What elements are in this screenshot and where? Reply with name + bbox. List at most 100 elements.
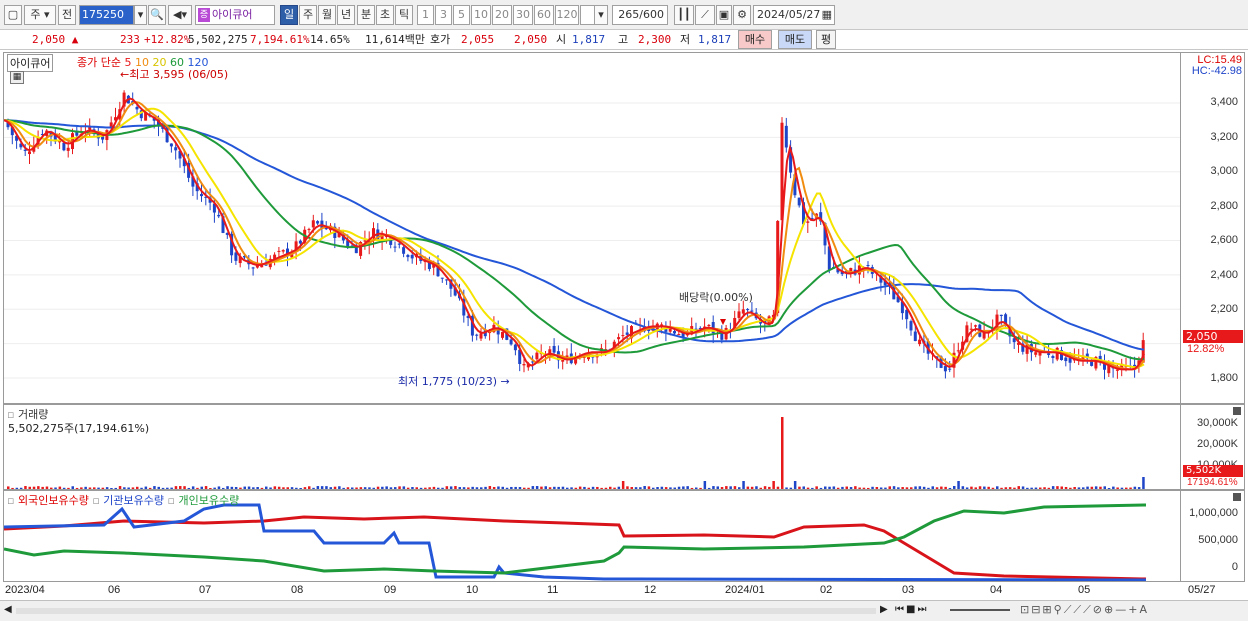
market-select[interactable]: 주 ▾: [24, 5, 56, 25]
volume-bar: [630, 487, 633, 489]
volume-bar: [733, 486, 737, 489]
playback-controls-icon[interactable]: ⏮■⏭: [895, 604, 928, 615]
candle-body: [1064, 357, 1068, 362]
interval-30[interactable]: 30: [513, 5, 533, 25]
panel-close-icon[interactable]: [1233, 493, 1241, 501]
legend-institution: 기관보유수량: [103, 494, 165, 507]
interval-60[interactable]: 60: [534, 5, 554, 25]
volume-chart[interactable]: [4, 405, 1181, 490]
interval-1[interactable]: 1: [417, 5, 434, 25]
interval-10[interactable]: 10: [471, 5, 491, 25]
volume-bar: [652, 487, 655, 489]
holdings-tick: 1,000,000: [1189, 507, 1238, 519]
low-label: 저: [680, 33, 691, 46]
volume-bar: [557, 486, 560, 489]
candle-body: [943, 366, 947, 372]
volume-bar: [402, 486, 406, 489]
volume-chart-panel[interactable]: ▫ 거래량 5,502,275주(17,194.61%): [3, 404, 1181, 490]
sound-icon[interactable]: ◀▾: [168, 5, 192, 25]
price-tick: 3,400: [1210, 96, 1238, 108]
legend-foreign: 외국인보유수량: [17, 494, 89, 507]
sell-button[interactable]: 매도: [778, 30, 812, 49]
period-day[interactable]: 일: [280, 5, 298, 25]
period-tick[interactable]: 틱: [395, 5, 413, 25]
volume-bar: [867, 487, 870, 489]
volume-bar: [179, 486, 182, 489]
period-minute[interactable]: 분: [357, 5, 375, 25]
volume-bar: [93, 487, 96, 489]
volume-bar: [660, 486, 664, 489]
interval-5[interactable]: 5: [453, 5, 470, 25]
candle-body: [866, 265, 870, 267]
period-month[interactable]: 월: [318, 5, 336, 25]
holdings-chart-panel[interactable]: ▫ 외국인보유수량 ▫ 기관보유수량 ▫ 개인보유수량: [3, 490, 1181, 582]
average-button[interactable]: 평: [816, 30, 836, 49]
zoom-slider[interactable]: [950, 609, 1010, 611]
calendar-icon[interactable]: ▦: [822, 6, 832, 24]
grid-table-icon[interactable]: ▦: [10, 71, 24, 84]
price-change-pct: +12.82%: [144, 33, 191, 46]
candle-type-icon[interactable]: ┃┃: [674, 5, 694, 25]
period-week[interactable]: 주: [299, 5, 317, 25]
settings-gear-icon[interactable]: ⚙: [733, 5, 751, 25]
candle-body: [969, 328, 973, 330]
scroll-right-icon[interactable]: ▶: [880, 604, 888, 615]
volume-bar: [656, 487, 659, 489]
volume-bar: [987, 486, 990, 489]
volume-bar: [600, 487, 603, 489]
volume-bar: [183, 486, 186, 489]
volume-bar: [376, 486, 380, 489]
volume-bar: [458, 487, 461, 489]
volume-bar: [45, 486, 49, 489]
interval-dropdown-icon[interactable]: ▾: [594, 5, 608, 25]
volume-bar: [944, 486, 947, 489]
interval-120[interactable]: 120: [555, 5, 579, 25]
volume-bar: [213, 487, 216, 489]
interval-20[interactable]: 20: [492, 5, 512, 25]
search-icon[interactable]: 🔍: [148, 5, 166, 25]
scroll-track[interactable]: [16, 608, 876, 614]
volume-bar: [475, 487, 479, 489]
chart-tools-icons[interactable]: ⊡⊟⊞⚲⟋⟋⟋⊘⊕—+A: [1020, 603, 1149, 617]
volume-bar: [389, 487, 393, 489]
volume-bar: [428, 487, 431, 489]
price-chart[interactable]: [4, 53, 1181, 404]
volume-bar: [1004, 487, 1008, 489]
stock-name-field[interactable]: 증 아이큐어: [195, 5, 275, 25]
volume-bar: [961, 486, 965, 489]
volume-bar: [312, 487, 315, 489]
scroll-left-icon[interactable]: ◀: [4, 604, 12, 615]
x-axis: 2023/04 06 07 08 09 10 11 12 2024/01 02 …: [0, 582, 1248, 600]
panel-close-icon[interactable]: [1233, 407, 1241, 415]
save-icon[interactable]: ▣: [716, 5, 732, 25]
window-icon[interactable]: ▢: [4, 5, 22, 25]
price-chart-panel[interactable]: 아이큐어 종가 단순 5 10 20 60 120 ▦ ←최고 3,595 (0…: [3, 52, 1181, 404]
code-dropdown-icon[interactable]: ▾: [134, 5, 147, 25]
volume-bar: [1051, 486, 1055, 489]
turnover-rate: 14.65%: [310, 33, 350, 46]
volume-bar: [196, 487, 199, 489]
x-label: 04: [990, 584, 1003, 596]
interval-3[interactable]: 3: [435, 5, 452, 25]
stock-code-input[interactable]: 175250: [79, 5, 134, 25]
date-field[interactable]: 2024/05/27 ▦: [753, 5, 835, 25]
candle-body: [784, 125, 788, 148]
period-year[interactable]: 년: [337, 5, 355, 25]
volume-bar: [273, 486, 277, 489]
candle-body: [668, 328, 672, 332]
volume-bar: [806, 487, 810, 489]
count-field[interactable]: 265/600: [612, 5, 668, 25]
volume-bar: [621, 481, 625, 489]
price-panel-title[interactable]: 아이큐어: [7, 54, 54, 72]
volume-bar: [243, 486, 246, 489]
prev-button[interactable]: 전: [58, 5, 76, 25]
volume-bar: [454, 486, 457, 489]
volume-bar: [424, 487, 427, 489]
volume-bar: [673, 487, 676, 489]
buy-button[interactable]: 매수: [738, 30, 772, 49]
period-second[interactable]: 초: [376, 5, 394, 25]
volume-bar: [763, 486, 767, 489]
draw-tool-icon[interactable]: ⟋: [695, 5, 715, 25]
volume-bar: [548, 487, 552, 489]
dividend-marker: [720, 319, 726, 325]
